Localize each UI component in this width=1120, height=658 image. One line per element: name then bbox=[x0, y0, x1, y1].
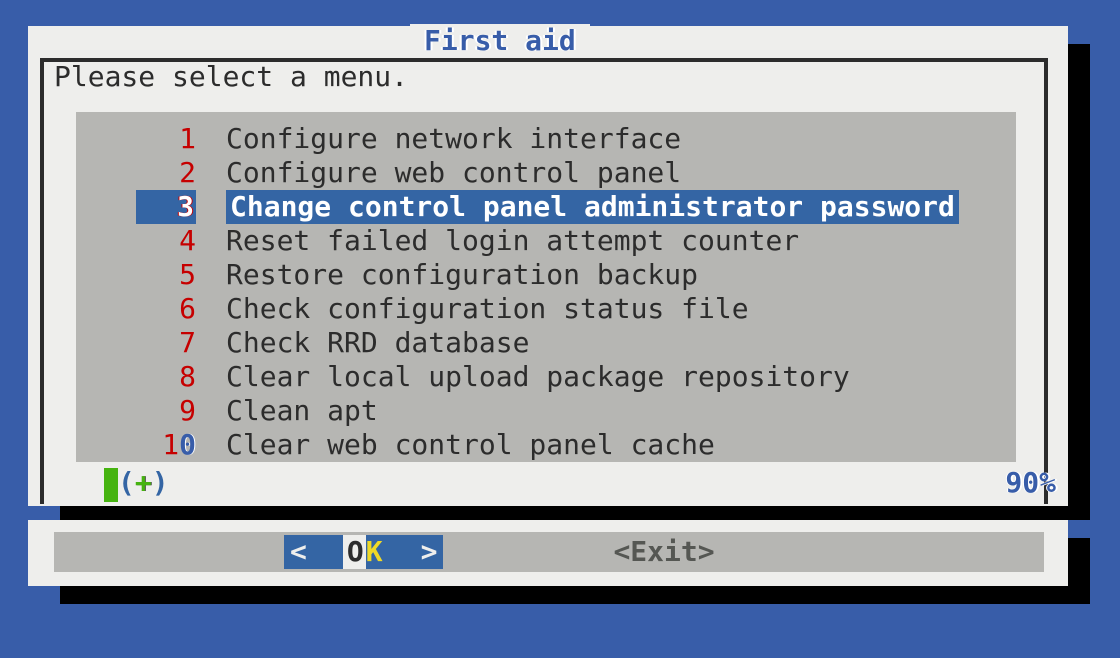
menu-item-number: 4 bbox=[136, 224, 196, 258]
menu-item-label: Configure web control panel bbox=[226, 156, 681, 190]
menu-item-label: Clear web control panel cache bbox=[226, 428, 715, 462]
menu-item-number: 7 bbox=[136, 326, 196, 360]
menu-item[interactable]: 6 Check configuration status file bbox=[76, 292, 1016, 326]
dialog-title: First aid bbox=[410, 24, 590, 58]
exit-button[interactable]: < Exit > bbox=[613, 535, 714, 569]
menu-item[interactable]: 10 Clear web control panel cache bbox=[76, 428, 1016, 462]
menu-item-label: Change control panel administrator passw… bbox=[226, 190, 959, 224]
menu-item[interactable]: 1 Configure network interface bbox=[76, 122, 1016, 156]
menu-item-number: 5 bbox=[136, 258, 196, 292]
more-indicator: (+) bbox=[104, 466, 169, 500]
menu-item[interactable]: 9 Clean apt bbox=[76, 394, 1016, 428]
menu-item-number: 2 bbox=[136, 156, 196, 190]
menu-item-label: Clean apt bbox=[226, 394, 378, 428]
menu-item-label: Configure network interface bbox=[226, 122, 681, 156]
menu-item[interactable]: 7 Check RRD database bbox=[76, 326, 1016, 360]
menu-item-number: 3 bbox=[136, 190, 196, 224]
button-bar: < OK > < Exit > bbox=[54, 532, 1044, 572]
menu-item-label: Restore configuration backup bbox=[226, 258, 698, 292]
ok-button[interactable]: < OK > bbox=[284, 535, 443, 569]
status-row: (+) 90% bbox=[104, 466, 1064, 500]
menu-item-label: Check configuration status file bbox=[226, 292, 749, 326]
menu-item-number: 6 bbox=[136, 292, 196, 326]
menu-item[interactable]: 4 Reset failed login attempt counter bbox=[76, 224, 1016, 258]
scroll-percent: 90% bbox=[1005, 466, 1064, 500]
menu-item[interactable]: 2 Configure web control panel bbox=[76, 156, 1016, 190]
menu-list: 1 Configure network interface 2 Configure w… bbox=[76, 112, 1016, 462]
menu-item-label: Reset failed login attempt counter bbox=[226, 224, 799, 258]
menu-item-number: 10 bbox=[136, 428, 196, 462]
menu-item[interactable]: 3 Change control panel administrator pass… bbox=[76, 190, 1016, 224]
menu-item-label: Check RRD database bbox=[226, 326, 529, 360]
menu-item-number: 8 bbox=[136, 360, 196, 394]
menu-item[interactable]: 8 Clear local upload package repository bbox=[76, 360, 1016, 394]
menu-item[interactable]: 5 Restore configuration backup bbox=[76, 258, 1016, 292]
dialog-prompt: Please select a menu. bbox=[54, 60, 408, 94]
menu-item-number: 1 bbox=[136, 122, 196, 156]
menu-item-label: Clear local upload package repository bbox=[226, 360, 850, 394]
menu-item-number: 9 bbox=[136, 394, 196, 428]
